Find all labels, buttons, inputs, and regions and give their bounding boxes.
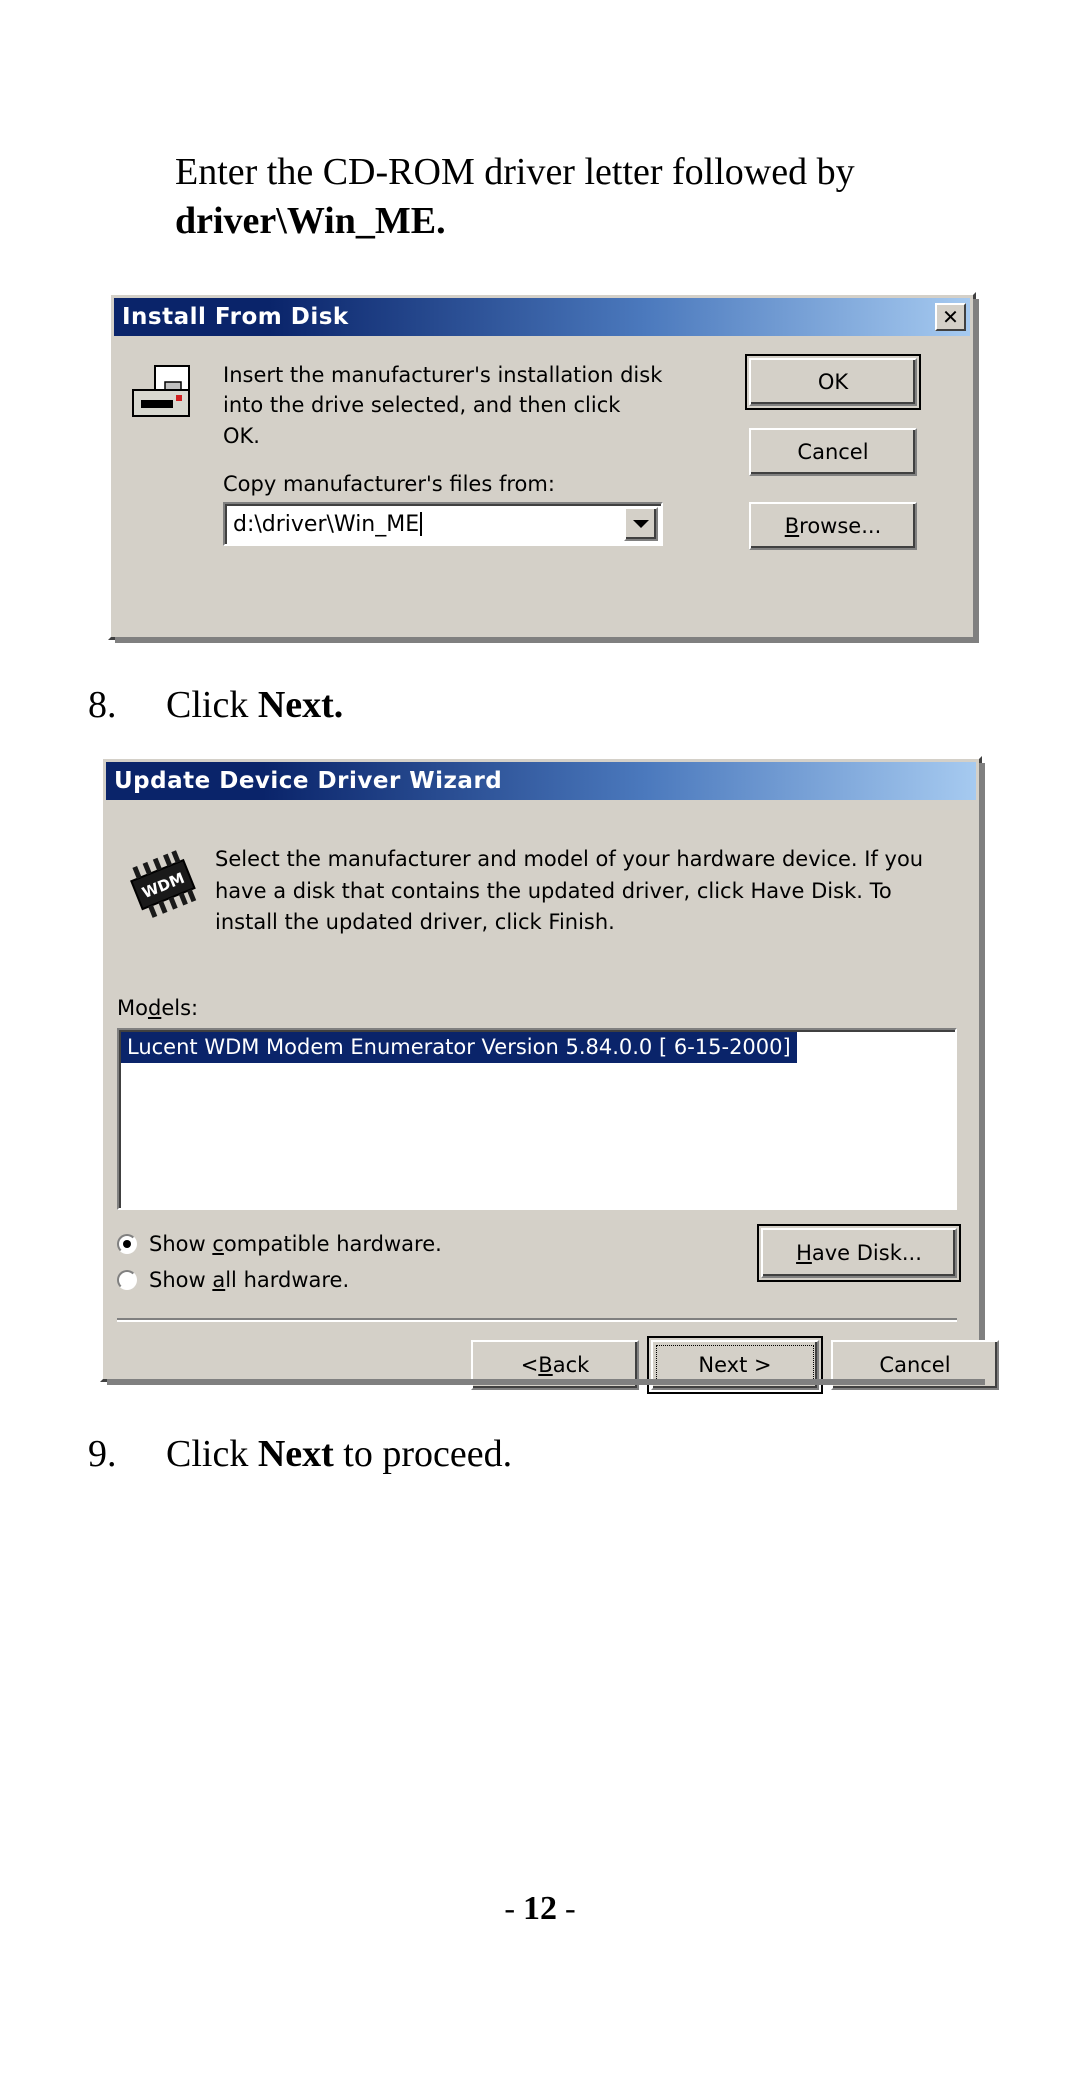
wizard-titlebar: Update Device Driver Wizard xyxy=(106,762,976,800)
back-label: ack xyxy=(552,1353,590,1377)
wizard-cancel-button[interactable]: Cancel xyxy=(831,1340,999,1390)
install-dialog-message: Insert the manufacturer's installation d… xyxy=(223,363,663,448)
models-listbox[interactable]: Lucent WDM Modem Enumerator Version 5.84… xyxy=(117,1028,957,1210)
copy-from-label: Copy manufacturer's files from: xyxy=(223,472,555,496)
radio-icon-selected[interactable] xyxy=(117,1234,137,1254)
list-item[interactable]: Lucent WDM Modem Enumerator Version 5.84… xyxy=(121,1032,797,1063)
back-accel: B xyxy=(538,1353,553,1377)
step-9-number: 9. xyxy=(88,1433,117,1475)
browse-button[interactable]: Browse... xyxy=(749,502,917,550)
page-number-value: 12 xyxy=(523,1890,557,1927)
radio-compatible-label: Show compatible hardware. xyxy=(149,1232,442,1256)
dialog-shadow xyxy=(973,299,979,643)
have-disk-label: ave Disk... xyxy=(811,1241,922,1265)
back-button[interactable]: < Back xyxy=(471,1340,639,1390)
have-disk-button[interactable]: Have Disk... xyxy=(757,1224,961,1282)
floppy-drive-icon-svg xyxy=(132,365,190,417)
install-dialog-body: Insert the manufacturer's installation d… xyxy=(111,336,973,636)
browse-label: rowse... xyxy=(799,514,882,538)
install-dialog-title: Install From Disk xyxy=(122,304,349,330)
path-combobox[interactable]: d:\driver\Win_ME xyxy=(223,502,663,546)
have-disk-accel: H xyxy=(796,1241,812,1265)
step-8: 8. Click Next. xyxy=(88,683,343,727)
wdm-chip-icon: WDM xyxy=(125,850,199,925)
models-label: Models: xyxy=(117,996,199,1020)
intro-text-regular: Enter the CD-ROM driver letter followed … xyxy=(175,151,865,193)
text-caret xyxy=(420,511,423,536)
page-number-prefix: - xyxy=(504,1890,523,1926)
step-9-text: Click Next to proceed. xyxy=(166,1433,513,1475)
update-device-driver-wizard-dialog: Update Device Driver Wizard WDM Select t… xyxy=(100,756,999,1394)
chevron-down-glyph xyxy=(633,520,649,528)
radio-show-all-hardware[interactable]: Show all hardware. xyxy=(117,1268,349,1292)
step-8-text: Click Next. xyxy=(166,684,344,726)
wdm-chip-icon-svg: WDM xyxy=(130,850,197,918)
path-combobox-value: d:\driver\Win_ME xyxy=(225,511,624,537)
chevron-down-icon[interactable] xyxy=(624,507,658,541)
step-8-number: 8. xyxy=(88,684,117,726)
radio-show-compatible-hardware[interactable]: Show compatible hardware. xyxy=(117,1232,442,1256)
intro-text-bold: driver\Win_ME. xyxy=(175,199,446,242)
radio-all-label: Show all hardware. xyxy=(149,1268,350,1292)
intro-paragraph: Enter the CD-ROM driver letter followed … xyxy=(175,148,1005,245)
wizard-dialog-shadow xyxy=(979,763,985,1385)
page-number: - 12 - xyxy=(0,1890,1080,1928)
back-prefix: < xyxy=(520,1353,539,1377)
radio-icon-unselected[interactable] xyxy=(117,1270,137,1290)
ok-button[interactable]: OK xyxy=(745,354,921,410)
wizard-body: WDM Select the manufacturer and model of… xyxy=(103,800,999,1394)
install-dialog-titlebar: Install From Disk ✕ xyxy=(114,298,970,336)
install-from-disk-dialog: Install From Disk ✕ Insert the manufactu… xyxy=(108,292,979,643)
wizard-title: Update Device Driver Wizard xyxy=(114,768,503,794)
page-number-suffix: - xyxy=(557,1890,576,1926)
separator xyxy=(117,1318,957,1322)
next-label: Next > xyxy=(698,1353,772,1377)
step-9: 9. Click Next to proceed. xyxy=(88,1432,512,1476)
wizard-message: Select the manufacturer and model of you… xyxy=(215,847,924,934)
close-icon[interactable]: ✕ xyxy=(935,303,966,331)
browse-accel: B xyxy=(784,514,800,538)
cancel-button[interactable]: Cancel xyxy=(749,428,917,476)
floppy-drive-icon xyxy=(129,364,199,429)
next-button[interactable]: Next > xyxy=(647,1336,823,1394)
